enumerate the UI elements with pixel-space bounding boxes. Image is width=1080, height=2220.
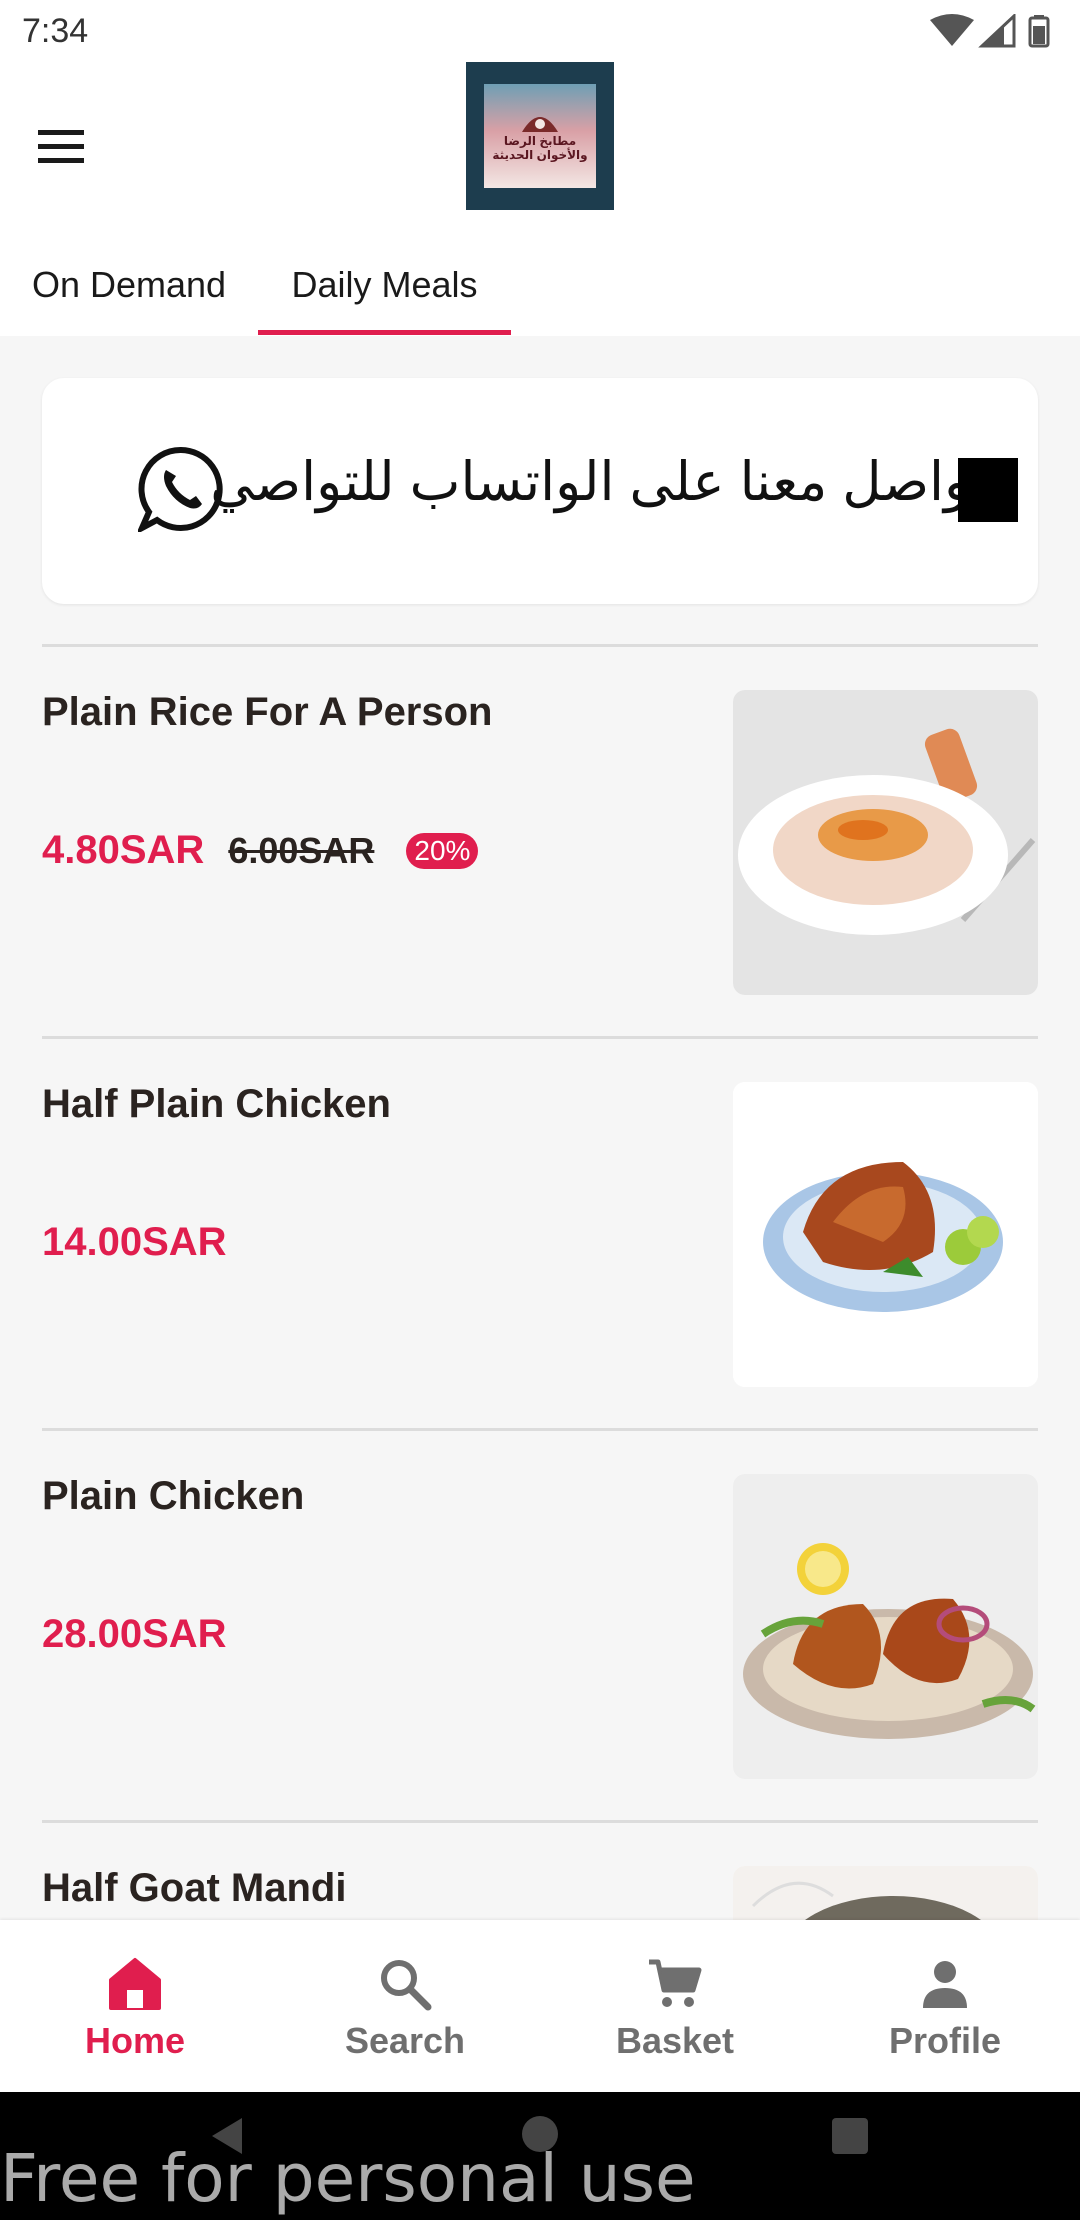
divider <box>42 1036 1038 1039</box>
divider <box>42 1820 1038 1823</box>
status-icons <box>930 14 1050 48</box>
restaurant-logo: مطابخ الرضا والأخوان الحديثة <box>466 62 614 210</box>
bottom-navigation: Home Search Basket Profile <box>0 1920 1080 2092</box>
meal-price-row: 4.80SAR 6.00SAR 20% <box>42 828 479 873</box>
discount-badge: 20% <box>406 832 479 869</box>
person-icon <box>923 1961 967 2008</box>
nav-search[interactable]: Search <box>270 1920 540 2092</box>
tab-selected-indicator <box>258 330 511 335</box>
redaction-block <box>958 458 1018 522</box>
status-bar: 7:34 <box>0 0 1080 62</box>
meal-image-chicken <box>733 1474 1038 1779</box>
recents-icon[interactable] <box>830 2116 870 2156</box>
meal-name: Plain Chicken <box>42 1474 305 1518</box>
nav-profile-label: Profile <box>888 2020 1002 2061</box>
menu-button[interactable] <box>28 110 98 180</box>
meal-price-row: 14.00SAR <box>42 1220 227 1265</box>
whatsapp-banner[interactable]: تواصل معنا على الواتساب للتواصي <box>42 378 1038 604</box>
meal-name: Half Plain Chicken <box>42 1082 391 1126</box>
meal-image-goat-mandi <box>733 1866 1038 1920</box>
cart-icon <box>649 1959 702 2007</box>
nav-basket-label: Basket <box>615 2020 735 2061</box>
logo-text-2: والأخوان الحديثة <box>492 148 588 162</box>
meal-item-plain-rice[interactable]: Plain Rice For A Person 4.80SAR 6.00SAR … <box>42 690 1038 1080</box>
search-icon <box>381 1960 432 2011</box>
hamburger-icon <box>38 130 84 163</box>
meal-price: 4.80SAR <box>42 828 205 872</box>
meal-old-price: 6.00SAR <box>228 829 375 871</box>
meal-price: 14.00SAR <box>42 1220 227 1264</box>
meal-item-half-chicken[interactable]: Half Plain Chicken 14.00SAR <box>42 1082 1038 1472</box>
nav-home[interactable]: Home <box>0 1920 270 2092</box>
meal-item-half-goat-mandi[interactable]: Half Goat Mandi <box>42 1866 1038 1920</box>
divider <box>42 644 1038 647</box>
nav-home-label: Home <box>84 2020 186 2061</box>
divider <box>42 1428 1038 1431</box>
logo-text-1: مطابخ الرضا <box>503 134 577 148</box>
meal-name: Plain Rice For A Person <box>42 690 493 734</box>
tab-on-demand[interactable]: On Demand <box>0 252 258 336</box>
logo-emblem <box>522 117 558 132</box>
whatsapp-banner-text: تواصل معنا على الواتساب للتواصي <box>210 452 987 512</box>
meal-price-row: 28.00SAR <box>42 1612 227 1657</box>
meal-image-half-chicken <box>733 1082 1038 1387</box>
nav-profile[interactable]: Profile <box>810 1920 1080 2092</box>
nav-search-label: Search <box>344 2020 466 2061</box>
app-header: مطابخ الرضا والأخوان الحديثة On Demand D… <box>0 62 1080 336</box>
meal-price: 28.00SAR <box>42 1612 227 1656</box>
status-time: 7:34 <box>22 12 89 50</box>
meal-image-rice <box>733 690 1038 995</box>
tab-daily-meals[interactable]: Daily Meals <box>258 252 511 336</box>
home-icon <box>109 1958 161 2010</box>
category-tabs: On Demand Daily Meals <box>0 252 1080 336</box>
meal-item-plain-chicken[interactable]: Plain Chicken 28.00SAR <box>42 1474 1038 1864</box>
watermark-text: Free for personal use <box>0 2140 696 2217</box>
nav-basket[interactable]: Basket <box>540 1920 810 2092</box>
meal-name: Half Goat Mandi <box>42 1866 347 1910</box>
